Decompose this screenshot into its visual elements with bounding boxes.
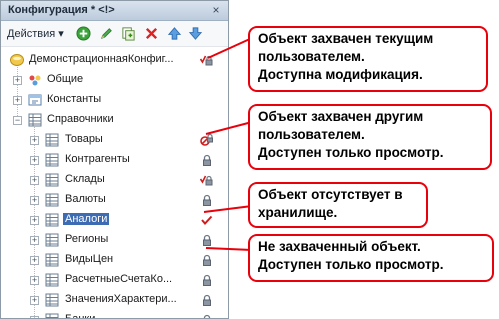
tree-item-label: ВидыЦен	[65, 253, 114, 265]
tree-row[interactable]: + РасчетныеСчетаКо...	[1, 270, 228, 290]
expand-icon[interactable]: +	[13, 76, 22, 85]
tree-item-label: Аналоги	[63, 213, 110, 225]
checkmark-icon	[200, 213, 214, 227]
common-icon	[28, 73, 42, 87]
add-circle-icon	[76, 26, 91, 41]
catalog-icon	[45, 253, 59, 267]
tree-row[interactable]: + Товары	[1, 130, 228, 150]
delete-button[interactable]	[143, 25, 160, 42]
catalog-icon	[45, 213, 59, 227]
close-icon[interactable]: ×	[210, 3, 222, 17]
expand-icon[interactable]: +	[30, 296, 39, 305]
copy-button[interactable]	[120, 25, 137, 42]
catalog-icon	[45, 313, 59, 318]
callout-line: Объект отсутствует в	[258, 187, 403, 202]
catalog-icon	[45, 133, 59, 147]
lock-icon	[200, 253, 214, 267]
captured-current-lock-icon	[199, 53, 214, 67]
captured-current-lock-icon	[199, 173, 214, 187]
move-down-button[interactable]	[187, 25, 204, 42]
expand-icon[interactable]: +	[30, 156, 39, 165]
tree-row[interactable]: + ВидыЦен	[1, 250, 228, 270]
expand-icon[interactable]: +	[13, 96, 22, 105]
collapse-icon[interactable]: −	[13, 116, 22, 125]
callout-line: Объект захвачен текущим	[258, 31, 434, 46]
lock-icon	[200, 193, 214, 207]
actions-label: Действия	[7, 28, 56, 40]
expand-icon[interactable]: +	[30, 196, 39, 205]
captured-other-lock-icon	[200, 133, 214, 147]
move-up-icon	[167, 27, 182, 40]
callout-line: Не захваченный объект.	[258, 239, 421, 254]
tree-item-label: Товары	[65, 133, 103, 145]
tree-item-label: Валюты	[65, 193, 106, 205]
catalog-icon	[45, 233, 59, 247]
expand-icon[interactable]: +	[30, 236, 39, 245]
configuration-icon	[10, 53, 24, 67]
actions-menu-button[interactable]: Действия ▾	[7, 27, 64, 40]
tree-item-label: Справочники	[47, 113, 114, 125]
callout-line: пользователем.	[258, 127, 365, 142]
tree-item-label: Склады	[65, 173, 105, 185]
move-down-icon	[188, 27, 203, 40]
catalog-icon	[45, 273, 59, 287]
tree-item-label: Общие	[47, 73, 84, 85]
tree-row[interactable]: + Регионы	[1, 230, 228, 250]
lock-icon	[200, 153, 214, 167]
tree-item-label: Регионы	[65, 233, 109, 245]
callout-line: пользователем.	[258, 49, 365, 64]
constants-icon	[28, 93, 42, 107]
tree-item-label: ЗначенияХарактери...	[65, 293, 177, 305]
tree-row[interactable]: + Склады	[1, 170, 228, 190]
callout-line: Доступна модификация.	[258, 67, 423, 82]
callout-captured-other: Объект захвачен другим пользователем. До…	[248, 104, 492, 170]
callout-not-captured: Не захваченный объект. Доступен только п…	[248, 234, 494, 282]
callout-missing-in-repository: Объект отсутствует в хранилище.	[248, 182, 428, 228]
tree-row[interactable]: + Константы	[1, 90, 228, 110]
move-up-button[interactable]	[166, 25, 183, 42]
tree-row[interactable]: + Аналоги	[1, 210, 228, 230]
tree-row[interactable]: + ЗначенияХарактери...	[1, 290, 228, 310]
configuration-panel: Конфигурация * <!> × Действия ▾ Демонстр…	[0, 0, 229, 319]
tree-row[interactable]: + Валюты	[1, 190, 228, 210]
lock-icon	[200, 233, 214, 247]
lock-icon	[200, 313, 214, 318]
expand-icon[interactable]: +	[30, 256, 39, 265]
catalog-icon	[45, 193, 59, 207]
expand-icon[interactable]: +	[30, 136, 39, 145]
delete-cross-icon	[145, 27, 158, 40]
tree-row[interactable]: + Контрагенты	[1, 150, 228, 170]
callout-line: Объект захвачен другим	[258, 109, 424, 124]
tree-item-label: ДемонстрационнаяКонфиг...	[29, 53, 174, 65]
tree-row[interactable]: ДемонстрационнаяКонфиг...	[1, 50, 228, 70]
chevron-down-icon: ▾	[58, 28, 64, 40]
tree-item-label: Константы	[47, 93, 102, 105]
callout-line: Доступен только просмотр.	[258, 257, 444, 272]
catalog-icon	[45, 173, 59, 187]
edit-pencil-icon	[101, 28, 112, 39]
expand-icon[interactable]: +	[30, 276, 39, 285]
expand-icon[interactable]: +	[30, 216, 39, 225]
panel-toolbar: Действия ▾	[1, 21, 228, 47]
tree-row[interactable]: + Общие	[1, 70, 228, 90]
tree-item-label: РасчетныеСчетаКо...	[65, 273, 173, 285]
lock-icon	[200, 293, 214, 307]
expand-icon[interactable]: +	[30, 176, 39, 185]
callout-line: Доступен только просмотр.	[258, 145, 444, 160]
callout-line: хранилище.	[258, 205, 338, 220]
tree-item-label: Банки	[65, 313, 96, 319]
catalogs-icon	[28, 113, 42, 127]
panel-title: Конфигурация * <!>	[8, 4, 115, 16]
tree-row[interactable]: +Банки	[1, 310, 228, 319]
panel-titlebar: Конфигурация * <!> ×	[1, 1, 228, 21]
callout-captured-current: Объект захвачен текущим пользователем. Д…	[248, 26, 488, 92]
edit-button[interactable]	[98, 25, 115, 42]
catalog-icon	[45, 153, 59, 167]
add-button[interactable]	[75, 25, 92, 42]
lock-icon	[200, 273, 214, 287]
tree-row[interactable]: − Справочники	[1, 110, 228, 130]
tree-item-label: Контрагенты	[65, 153, 130, 165]
copy-document-icon	[122, 27, 135, 41]
catalog-icon	[45, 293, 59, 307]
